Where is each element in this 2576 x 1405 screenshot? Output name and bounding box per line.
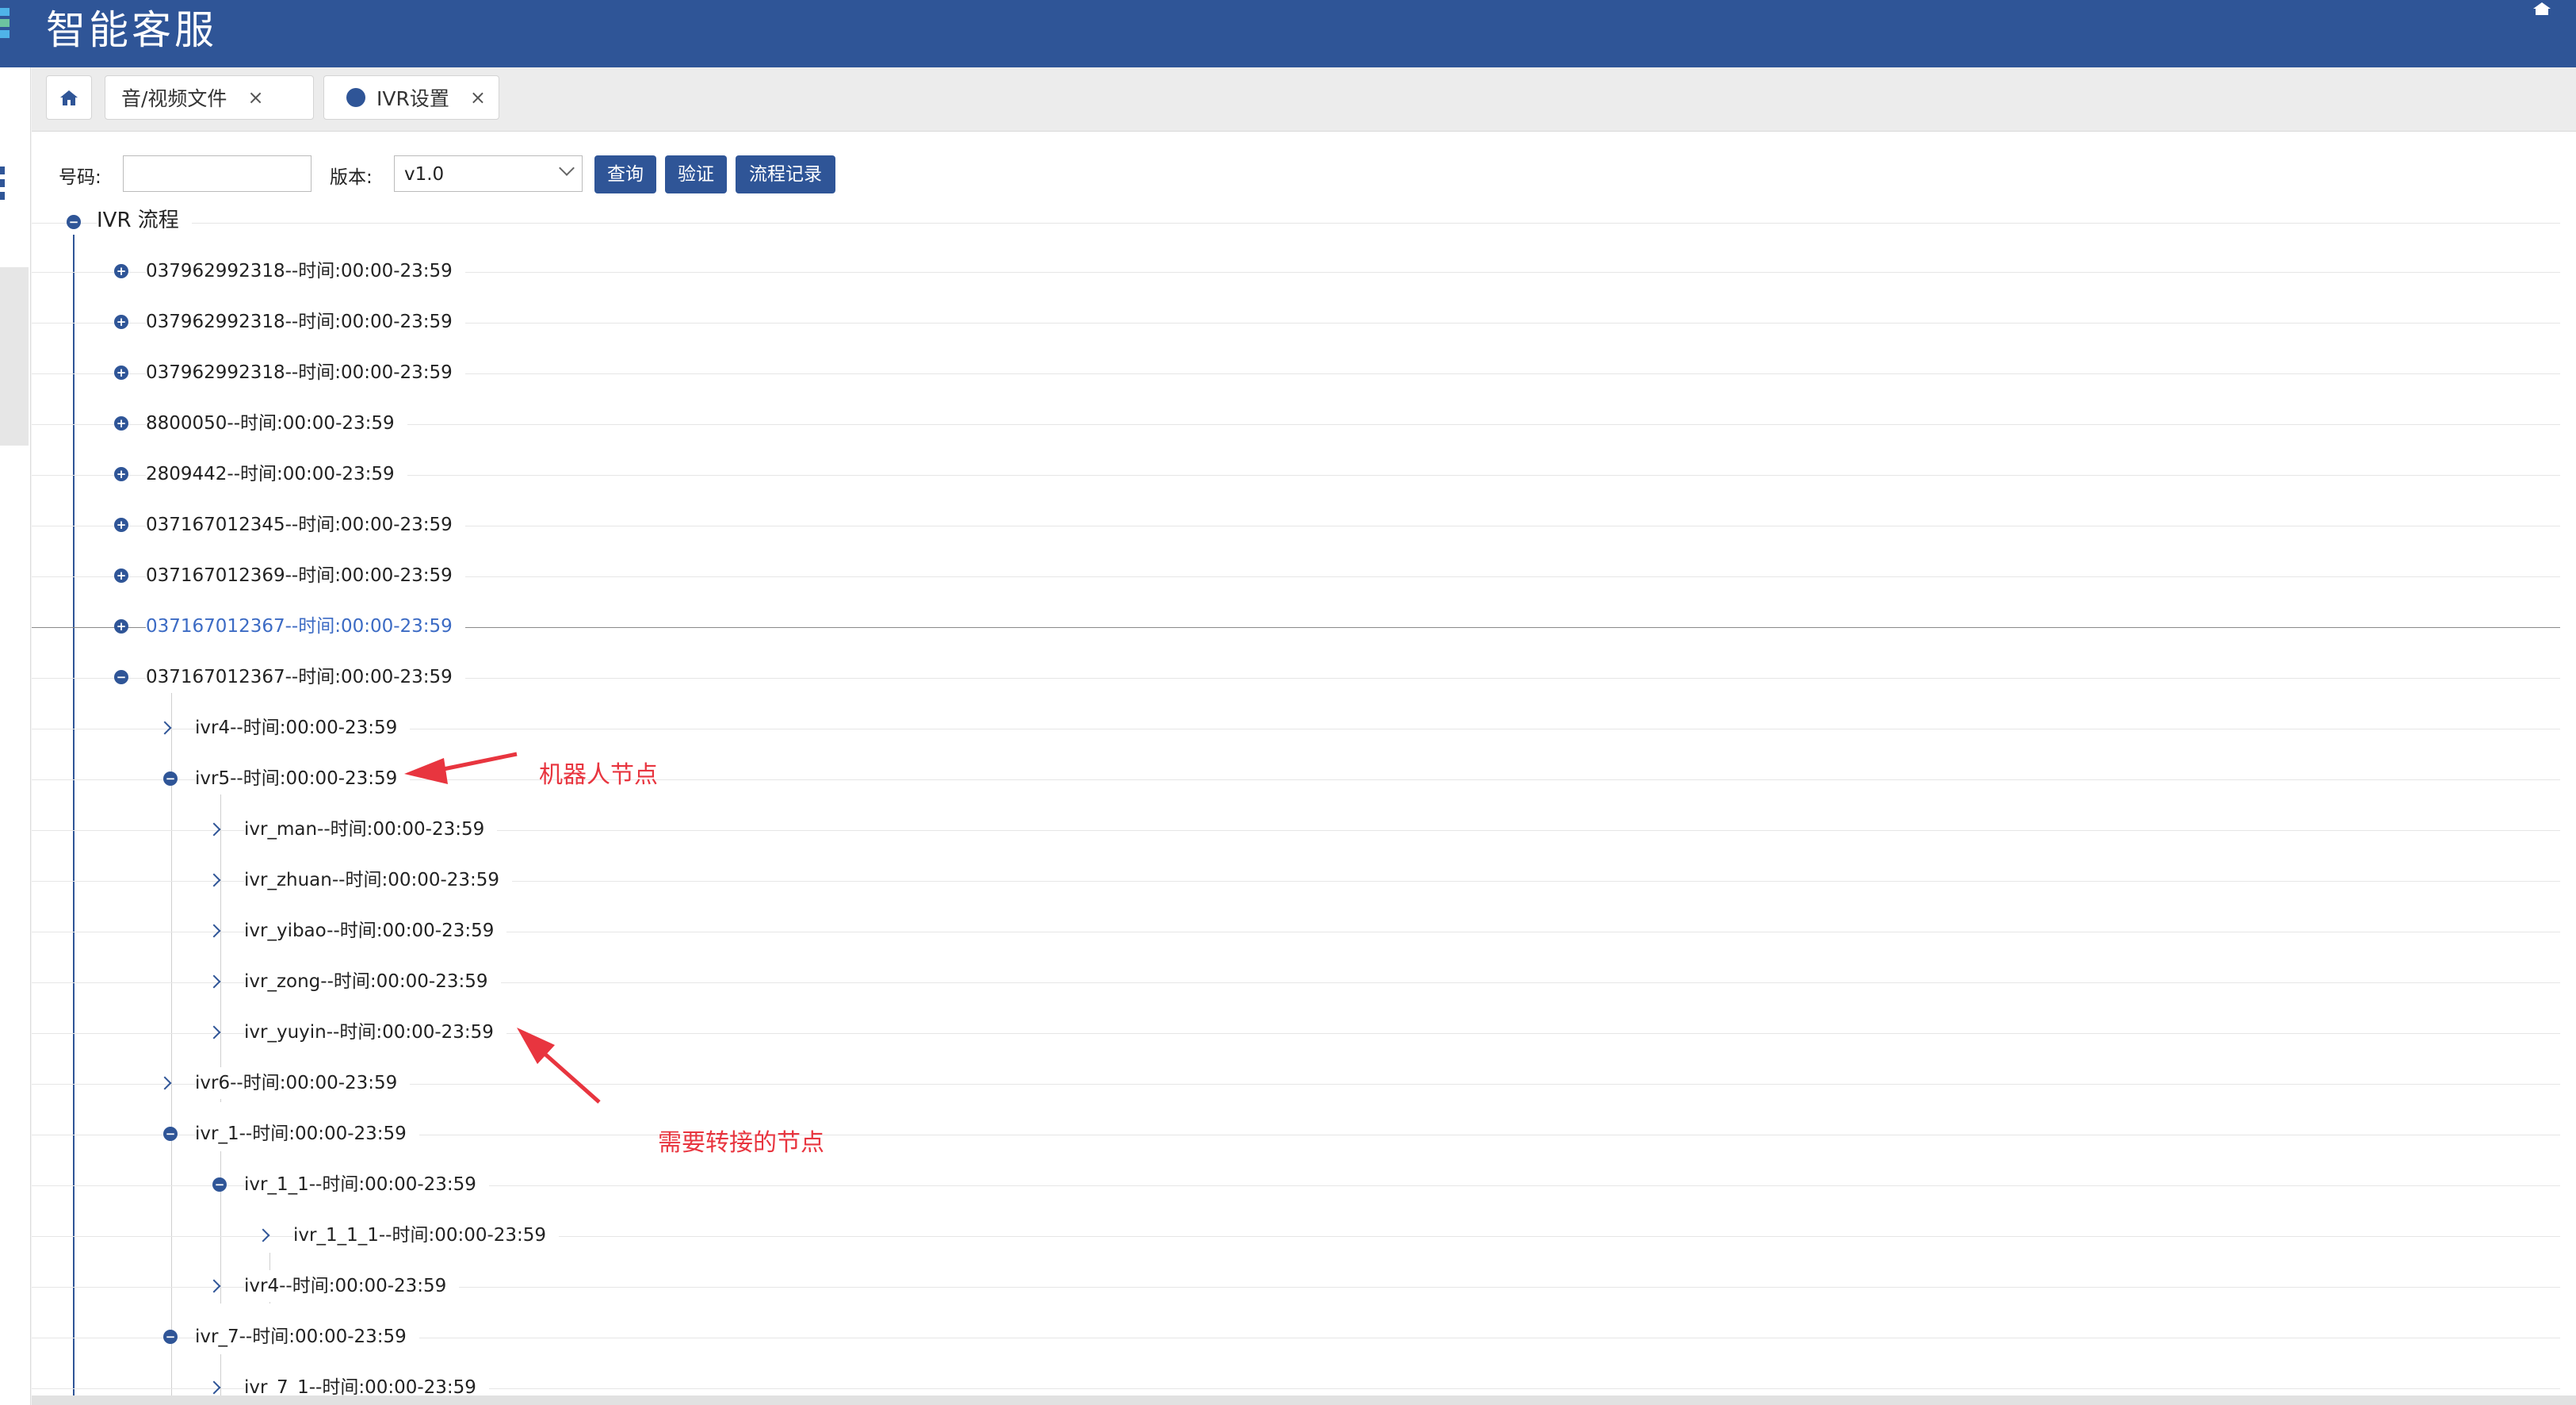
- close-icon[interactable]: ×: [247, 86, 263, 109]
- annotation-robot-node: 机器人节点: [539, 761, 658, 789]
- menu-toggle-icon[interactable]: [0, 167, 5, 205]
- sidebar-panel: [0, 267, 29, 446]
- sidebar-collapsed: [0, 67, 31, 1405]
- home-icon: [60, 90, 78, 105]
- annotation-arrows: [404, 752, 601, 1104]
- tab-home[interactable]: [46, 75, 92, 120]
- app-header: 智能客服: [0, 0, 2576, 67]
- annotation-transfer-node: 需要转接的节点: [658, 1129, 824, 1157]
- active-dot-icon: [346, 88, 365, 107]
- close-icon[interactable]: ×: [470, 86, 486, 109]
- app-title: 智能客服: [46, 7, 217, 53]
- main-content: 号码: 版本: v1.0 查询 验证 流程记录 − IVR 流程 +037962…: [32, 132, 2576, 1405]
- tab-label: IVR设置: [376, 87, 449, 110]
- tab-ivr-settings[interactable]: IVR设置 ×: [323, 75, 499, 120]
- app-logo: [0, 8, 10, 43]
- tab-label: 音/视频文件: [121, 87, 227, 110]
- tab-bar: 音/视频文件 × IVR设置 ×: [32, 67, 2576, 132]
- home-icon[interactable]: [2532, 2, 2552, 16]
- tab-media-files[interactable]: 音/视频文件 ×: [105, 75, 314, 120]
- horizontal-scrollbar[interactable]: [32, 1395, 2576, 1405]
